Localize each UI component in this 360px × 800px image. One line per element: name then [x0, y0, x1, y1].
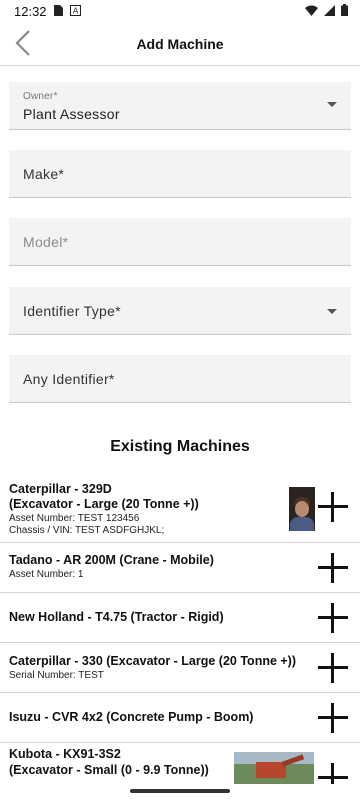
machine-detail: Chassis / VIN: TEST ASDFGHJKL; — [9, 525, 165, 536]
status-bar: 12:32 A — [0, 0, 360, 22]
machine-name: Kubota - KX91-3S2 — [9, 747, 121, 761]
make-placeholder: Make* — [23, 166, 65, 182]
photo-excavator-body — [256, 762, 286, 778]
machine-name: Isuzu - CVR 4x2 (Concrete Pump - Boom) — [9, 710, 254, 724]
battery-icon — [341, 3, 348, 19]
add-machine-button[interactable] — [318, 492, 348, 522]
photo-shirt — [290, 517, 314, 531]
machine-detail: Asset Number: 1 — [9, 569, 84, 580]
machine-name: Tadano - AR 200M (Crane - Mobile) — [9, 553, 214, 567]
any-identifier-placeholder: Any Identifier* — [23, 371, 115, 387]
owner-value: Plant Assessor — [23, 106, 120, 122]
wifi-icon — [305, 4, 318, 19]
a-box-icon: A — [69, 4, 81, 19]
model-field[interactable]: Model* — [9, 218, 351, 266]
add-machine-button[interactable] — [318, 553, 348, 583]
machine-detail: Asset Number: TEST 123456 — [9, 513, 140, 524]
photo-face — [295, 501, 309, 517]
add-machine-button[interactable] — [318, 603, 348, 633]
owner-select[interactable]: Owner* Plant Assessor — [9, 82, 351, 130]
page-title: Add Machine — [136, 36, 224, 52]
machine-row[interactable]: Isuzu - CVR 4x2 (Concrete Pump - Boom) — [0, 693, 360, 743]
home-gesture-handle[interactable] — [130, 789, 230, 793]
status-left: 12:32 A — [14, 4, 81, 19]
owner-label: Owner* — [23, 91, 58, 102]
machine-category: (Excavator - Large (20 Tonne +)) — [9, 497, 199, 511]
machine-row[interactable]: Tadano - AR 200M (Crane - Mobile) Asset … — [0, 543, 360, 593]
add-machine-button[interactable] — [318, 653, 348, 683]
machine-detail: Serial Number: TEST — [9, 670, 104, 681]
identifier-type-select[interactable]: Identifier Type* — [9, 287, 351, 335]
any-identifier-field[interactable]: Any Identifier* — [9, 355, 351, 403]
app-header: Add Machine — [0, 22, 360, 66]
system-nav-bar — [0, 784, 360, 800]
svg-text:A: A — [72, 6, 78, 15]
status-time: 12:32 — [14, 3, 47, 19]
machine-row[interactable]: Caterpillar - 330 (Excavator - Large (20… — [0, 643, 360, 693]
machine-row[interactable]: New Holland - T4.75 (Tractor - Rigid) — [0, 593, 360, 643]
machine-name: Caterpillar - 329D — [9, 482, 112, 496]
machine-photo — [289, 487, 315, 531]
machine-category: (Excavator - Small (0 - 9.9 Tonne)) — [9, 763, 209, 777]
status-right — [305, 3, 348, 19]
machine-name: Caterpillar - 330 (Excavator - Large (20… — [9, 654, 297, 668]
dropdown-arrow-icon — [327, 309, 337, 314]
existing-machines-title: Existing Machines — [110, 438, 250, 455]
model-placeholder: Model* — [23, 234, 69, 250]
add-machine-button[interactable] — [318, 703, 348, 733]
machine-photo — [234, 752, 314, 784]
dropdown-arrow-icon — [327, 102, 337, 107]
signal-icon — [324, 4, 335, 19]
identifier-type-placeholder: Identifier Type* — [23, 303, 121, 319]
machine-name: New Holland - T4.75 (Tractor - Rigid) — [9, 610, 224, 624]
make-field[interactable]: Make* — [9, 150, 351, 198]
sim-card-icon — [53, 4, 63, 19]
